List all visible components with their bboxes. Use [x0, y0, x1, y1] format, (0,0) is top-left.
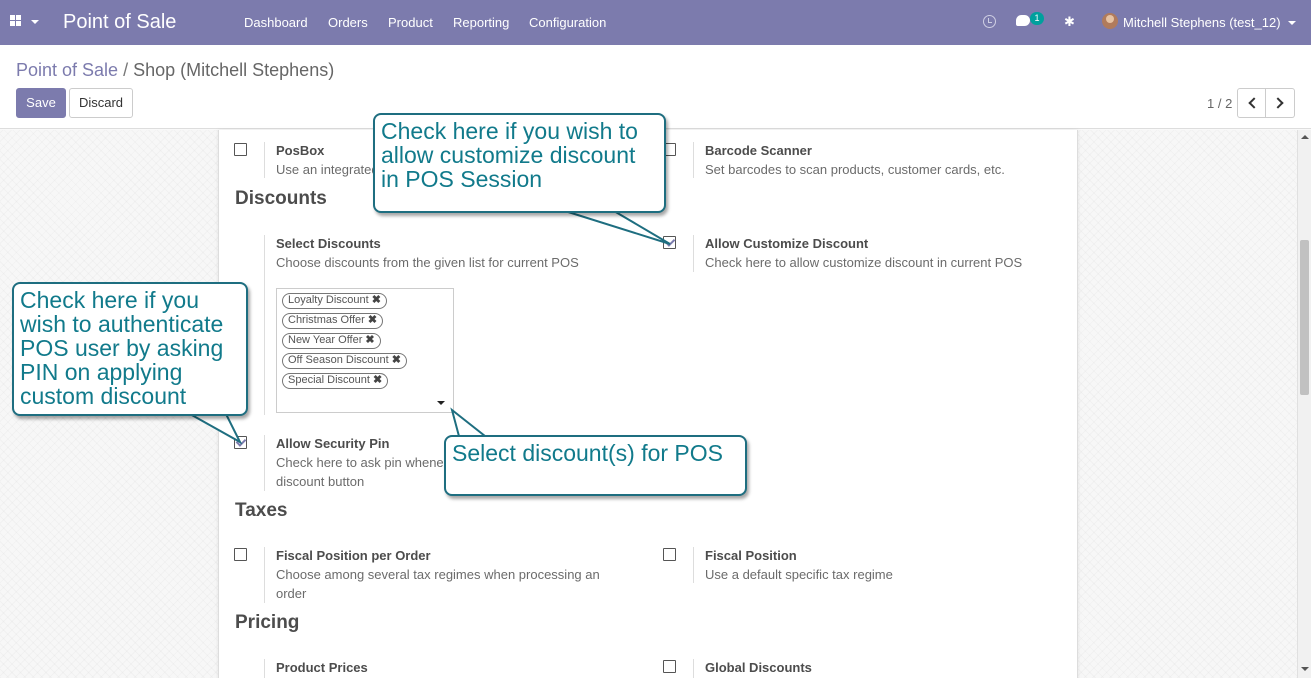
callout-customize-discount: Check here if you wish to allow customiz…: [373, 113, 666, 213]
callout-line: Check here if you: [20, 287, 199, 313]
callout-line: Check here if you wish to: [381, 118, 638, 144]
callout-security-pin: Check here if you wish to authenticate P…: [12, 282, 248, 416]
callout-line: PIN on applying: [20, 359, 183, 385]
callout-line: POS user by asking: [20, 335, 224, 361]
callout-line: wish to authenticate: [20, 311, 224, 337]
callout-line: in POS Session: [381, 166, 543, 192]
callout-select-discounts: Select discount(s) for POS: [444, 435, 747, 496]
callout-line: allow customize discount: [381, 142, 636, 168]
callout-pointer: [186, 413, 243, 445]
callout-pointer: [564, 210, 671, 245]
callout-line: Select discount(s) for POS: [452, 440, 723, 466]
callout-line: custom discount: [20, 383, 187, 409]
